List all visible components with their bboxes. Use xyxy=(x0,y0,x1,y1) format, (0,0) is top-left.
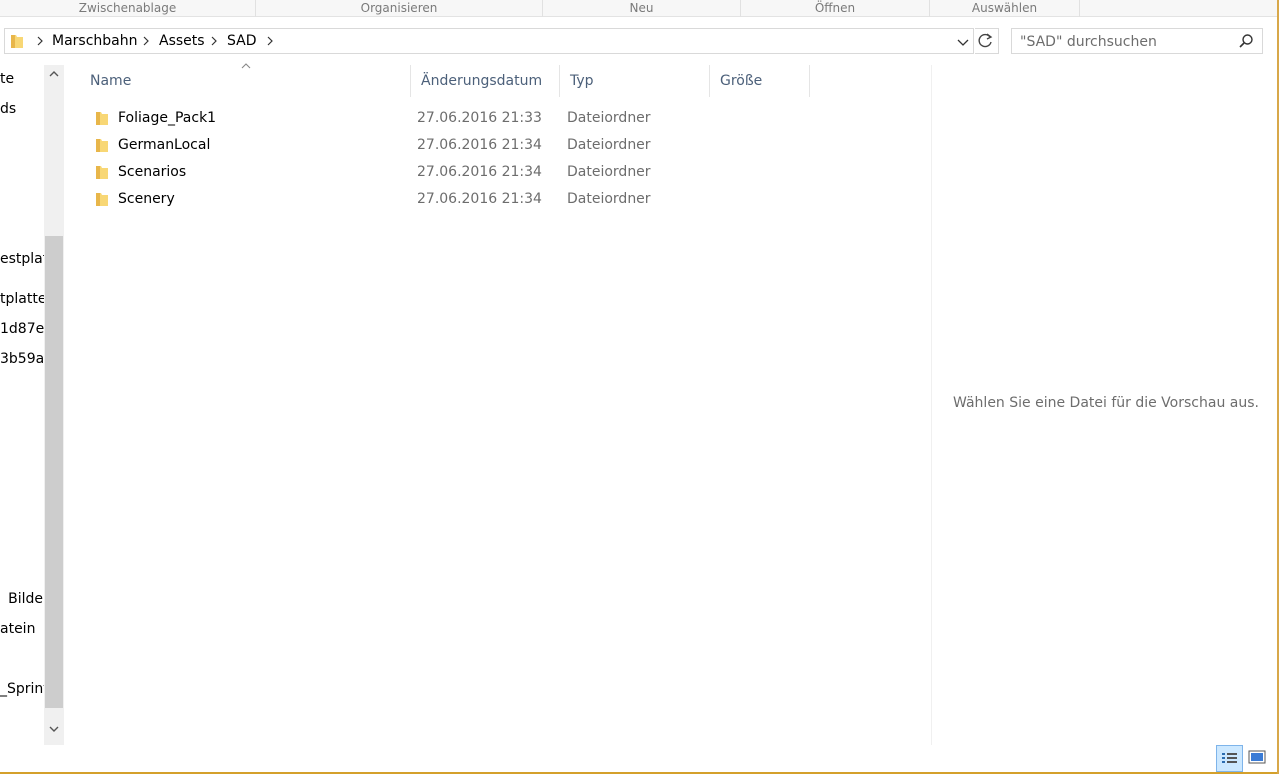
chevron-right-icon[interactable] xyxy=(210,34,218,48)
nav-item[interactable]: 1d87ec xyxy=(0,321,44,337)
breadcrumb-marschbahn[interactable]: Marschbahn xyxy=(52,33,138,49)
file-type: Dateiordner xyxy=(567,191,651,207)
file-date: 27.06.2016 21:33 xyxy=(417,110,542,126)
chevron-down-icon[interactable] xyxy=(955,34,971,50)
search-input[interactable] xyxy=(1020,32,1230,51)
column-header-size[interactable]: Größe xyxy=(710,65,810,97)
folder-icon xyxy=(95,191,109,211)
column-name-label: Name xyxy=(90,73,132,89)
column-date-label: Änderungsdatum xyxy=(421,73,543,89)
ribbon-group-new: Neu xyxy=(543,0,741,17)
scrollbar-thumb[interactable] xyxy=(45,236,63,708)
address-row: Marschbahn Assets SAD xyxy=(0,17,1279,65)
nav-item[interactable]: tplatte xyxy=(0,291,44,307)
nav-item[interactable]: _Sprint xyxy=(0,681,44,697)
ribbon-group-clipboard: Zwischenablage xyxy=(0,0,256,17)
breadcrumb-assets[interactable]: Assets xyxy=(159,33,205,49)
nav-item[interactable]: atein xyxy=(0,621,35,637)
file-row[interactable]: GermanLocal 27.06.2016 21:34 Dateiordner xyxy=(80,132,932,159)
details-view-button[interactable] xyxy=(1216,745,1243,772)
file-row[interactable]: Scenarios 27.06.2016 21:34 Dateiordner xyxy=(80,159,932,186)
sort-ascending-icon xyxy=(241,63,251,69)
file-date: 27.06.2016 21:34 xyxy=(417,137,542,153)
ribbon-group-labels: Zwischenablage Organisieren Neu Öffnen A… xyxy=(0,0,1279,17)
search-icon[interactable] xyxy=(1238,33,1254,49)
ribbon-group-select: Auswählen xyxy=(930,0,1080,17)
chevron-right-icon[interactable] xyxy=(266,34,274,48)
file-date: 27.06.2016 21:34 xyxy=(417,191,542,207)
nav-item[interactable]: ds xyxy=(0,101,16,117)
file-type: Dateiordner xyxy=(567,137,651,153)
breadcrumb-sad[interactable]: SAD xyxy=(227,33,257,49)
scroll-up-icon[interactable] xyxy=(48,69,60,79)
file-name: Scenery xyxy=(118,191,175,207)
nav-scrollbar[interactable] xyxy=(44,65,64,745)
column-header-name[interactable]: Name xyxy=(80,63,410,97)
nav-item[interactable]: 3b59a8 xyxy=(0,351,44,367)
large-icons-view-icon xyxy=(1248,750,1266,764)
folder-icon xyxy=(95,164,109,184)
refresh-button[interactable] xyxy=(975,28,999,54)
file-list: Name Änderungsdatum Typ Größe Foliage_Pa… xyxy=(80,63,932,745)
folder-icon xyxy=(95,137,109,157)
ribbon-group-organize: Organisieren xyxy=(256,0,543,17)
chevron-right-icon[interactable] xyxy=(36,34,44,48)
file-name: Scenarios xyxy=(118,164,187,180)
file-type: Dateiordner xyxy=(567,164,651,180)
folder-icon xyxy=(95,110,109,130)
preview-pane: Wählen Sie eine Datei für die Vorschau a… xyxy=(931,65,1279,745)
file-row[interactable]: Foliage_Pack1 27.06.2016 21:33 Dateiordn… xyxy=(80,105,932,132)
nav-item[interactable]: estplatt xyxy=(0,251,44,267)
large-icons-view-button[interactable] xyxy=(1245,745,1272,772)
chevron-right-icon[interactable] xyxy=(142,34,150,48)
folder-icon xyxy=(10,33,24,53)
column-header-type[interactable]: Typ xyxy=(560,65,710,97)
ribbon-group-open: Öffnen xyxy=(741,0,930,17)
column-type-label: Typ xyxy=(570,73,594,89)
file-name: Foliage_Pack1 xyxy=(118,110,217,126)
refresh-icon xyxy=(978,33,993,48)
scroll-down-icon[interactable] xyxy=(48,724,60,734)
address-bar[interactable]: Marschbahn Assets SAD xyxy=(4,28,974,54)
details-view-icon xyxy=(1222,753,1237,763)
column-header-date[interactable]: Änderungsdatum xyxy=(410,65,560,97)
search-box[interactable] xyxy=(1011,28,1263,54)
nav-item[interactable]: te xyxy=(0,71,14,87)
nav-item[interactable]: Bilde xyxy=(8,591,43,607)
file-date: 27.06.2016 21:34 xyxy=(417,164,542,180)
file-row[interactable]: Scenery 27.06.2016 21:34 Dateiordner xyxy=(80,186,932,213)
file-type: Dateiordner xyxy=(567,110,651,126)
navigation-pane: te ds estplatt tplatte 1d87ec 3b59a8 Bil… xyxy=(0,65,44,745)
column-size-label: Größe xyxy=(720,73,763,89)
preview-message: Wählen Sie eine Datei für die Vorschau a… xyxy=(953,395,1259,411)
file-name: GermanLocal xyxy=(118,137,211,153)
